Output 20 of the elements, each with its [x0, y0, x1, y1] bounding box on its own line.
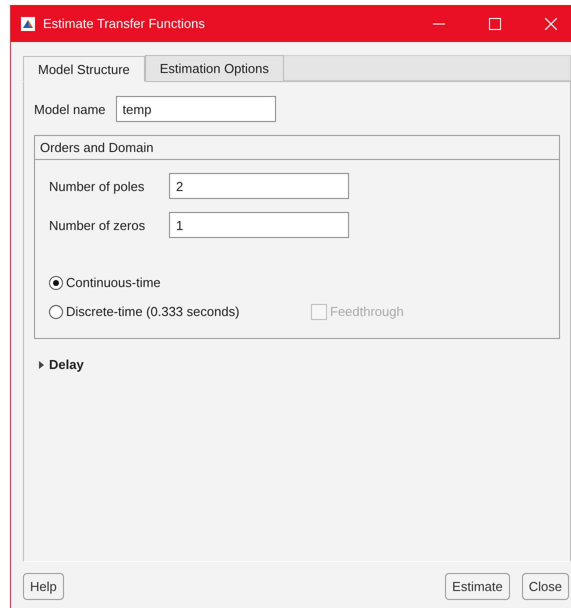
- app-icon: [21, 16, 35, 30]
- help-button[interactable]: Help: [23, 573, 64, 600]
- radio-button[interactable]: Discrete-time (0.333 seconds): [49, 304, 311, 319]
- tab[interactable]: Estimation Options: [144, 55, 284, 81]
- field-label: Number of zeros: [49, 218, 146, 232]
- close-icon[interactable]: [545, 18, 557, 30]
- maximize-icon[interactable]: [489, 18, 501, 30]
- radio-button[interactable]: Continuous-time: [49, 275, 311, 290]
- caret-icon: [38, 360, 44, 368]
- field-label: Model name: [34, 102, 106, 116]
- close-button[interactable]: Close: [522, 573, 569, 600]
- group-title: Orders and Domain: [35, 136, 559, 160]
- estimate-button[interactable]: Estimate: [445, 573, 510, 600]
- field-label: Number of poles: [49, 178, 146, 194]
- delay-section-toggle[interactable]: Delay: [34, 357, 84, 372]
- model-name-field[interactable]: temp: [116, 96, 276, 122]
- tab[interactable]: Model Structure: [23, 56, 145, 82]
- input-field[interactable]: 2: [169, 173, 349, 199]
- input-field[interactable]: 1: [169, 212, 349, 238]
- window-title: Estimate Transfer Functions: [43, 16, 205, 31]
